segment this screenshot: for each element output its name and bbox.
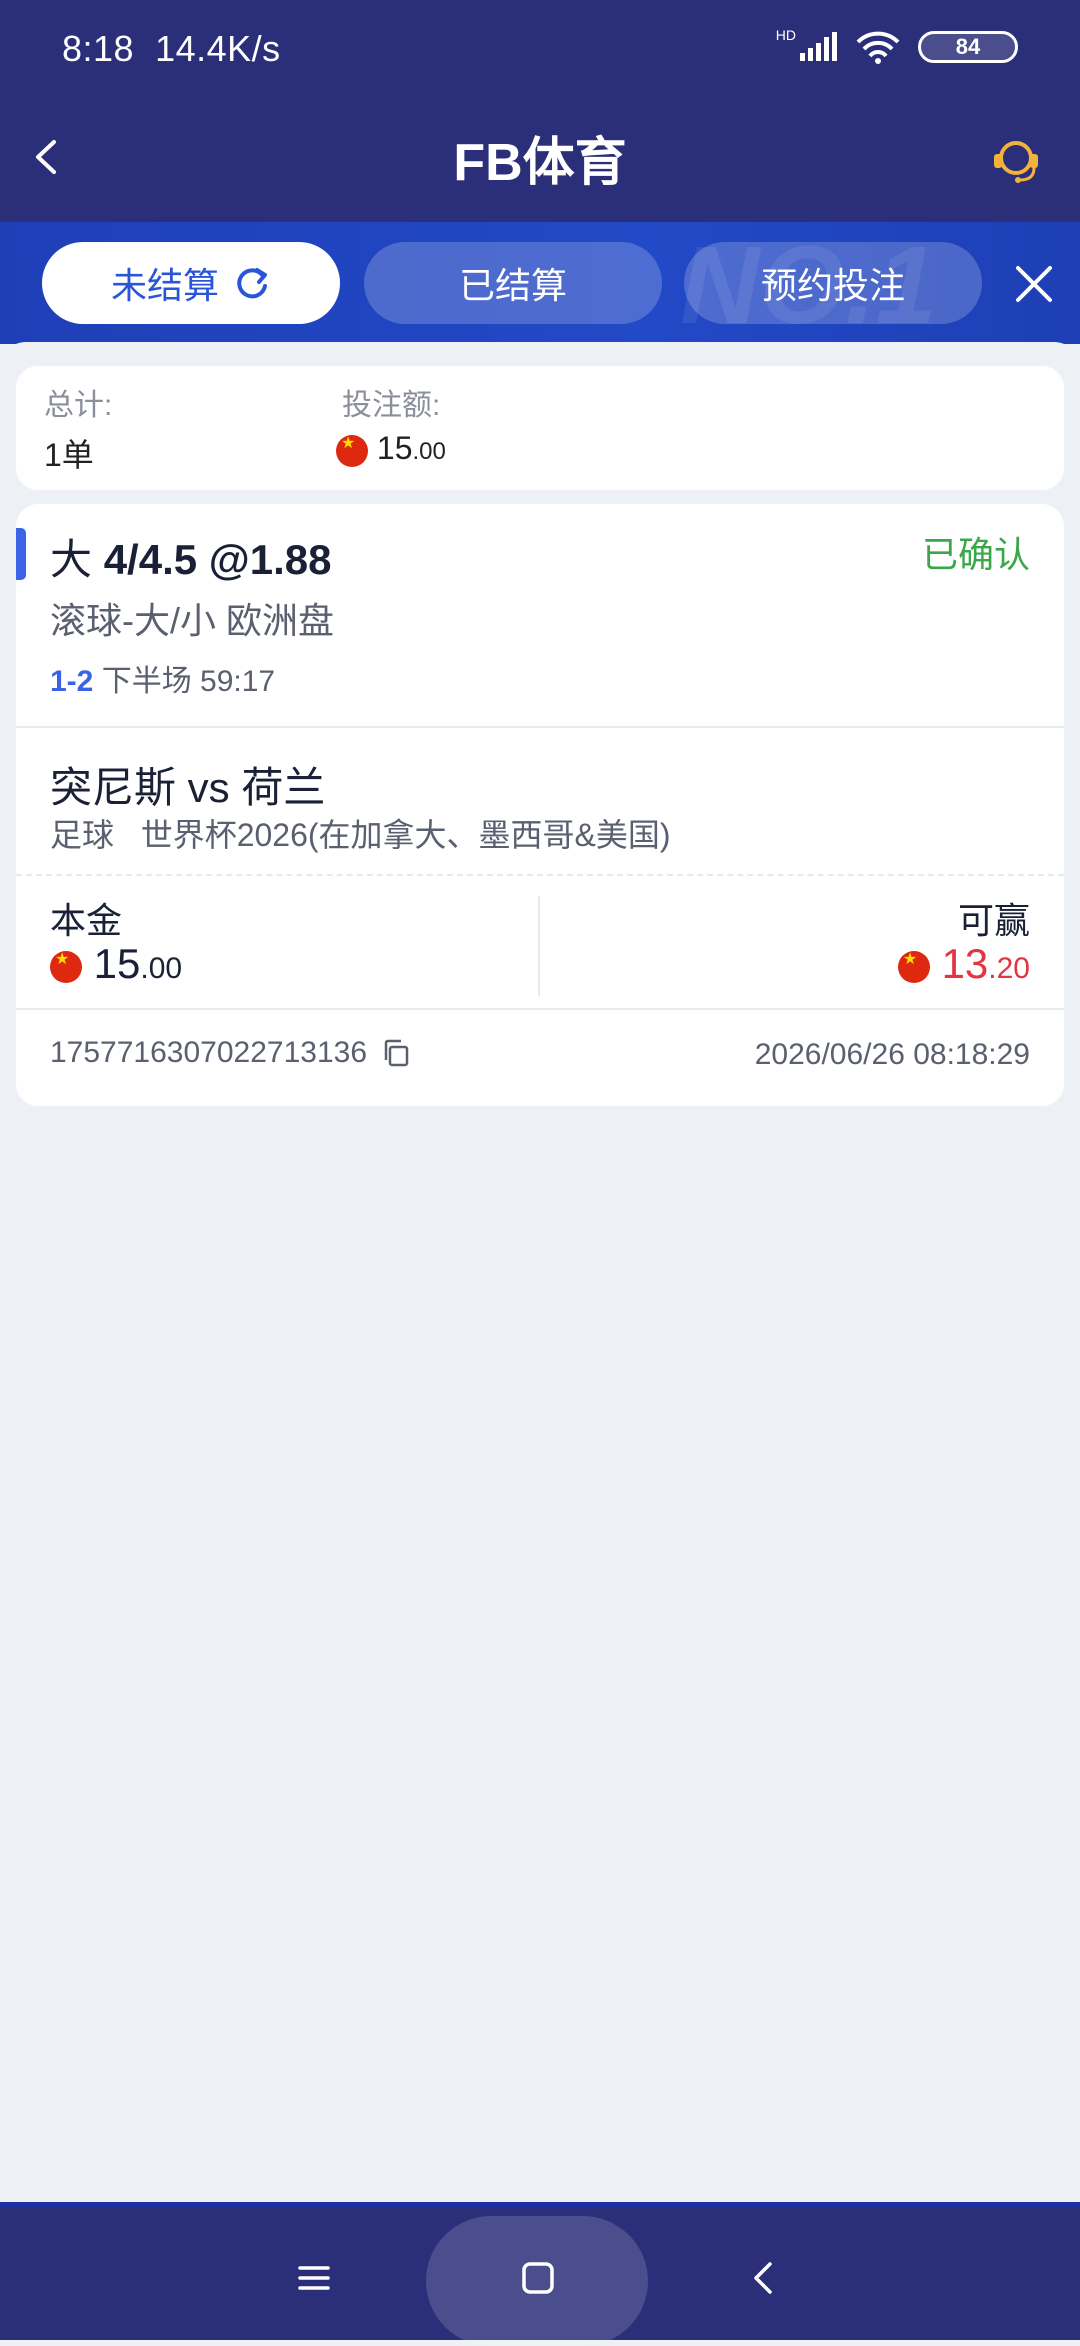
cny-flag-icon xyxy=(897,950,930,983)
status-icons: HD 84 xyxy=(775,27,1018,64)
stake-dec: .00 xyxy=(412,438,446,465)
total-value: 1单 xyxy=(44,437,94,473)
divider xyxy=(16,726,1064,728)
total-label: 总计: xyxy=(44,389,113,422)
stake-value: 15.00 xyxy=(336,430,446,467)
status-badge: 已确认 xyxy=(921,534,1030,575)
signal-icon xyxy=(800,32,837,61)
back-nav-icon[interactable] xyxy=(744,2258,784,2298)
match-teams: 突尼斯 vs 荷兰 xyxy=(50,764,326,811)
match-period: 下半场 59:17 xyxy=(101,665,276,698)
league-name: 世界杯2026(在加拿大、墨西哥&美国) xyxy=(140,817,671,853)
order-id-row: 1757716307022713136 xyxy=(50,1036,411,1070)
league-info: 足球 世界杯2026(在加拿大、墨西哥&美国) xyxy=(50,810,671,856)
status-bar: 8:18 14.4K/s HD 84 xyxy=(0,0,1080,100)
vertical-divider xyxy=(538,896,540,996)
refresh-icon[interactable] xyxy=(233,264,271,302)
system-nav-bar xyxy=(0,2202,1080,2346)
order-id: 1757716307022713136 xyxy=(50,1036,368,1069)
home-icon[interactable] xyxy=(518,2258,558,2298)
customer-service-icon[interactable] xyxy=(988,132,1044,188)
stake-int: 15 xyxy=(376,430,413,466)
copy-icon[interactable] xyxy=(381,1038,411,1068)
win-value: 13.20 xyxy=(897,940,1030,988)
tab-reserved-bets[interactable]: 预约投注 xyxy=(684,242,982,324)
win-int: 13 xyxy=(941,940,989,987)
stake-label: 投注额: xyxy=(342,389,441,422)
tab-unsettled[interactable]: 未结算 xyxy=(42,242,340,324)
menu-icon[interactable] xyxy=(294,2258,334,2298)
dashed-divider xyxy=(16,874,1064,876)
cny-flag-icon xyxy=(50,950,82,983)
selection-odds: 4/4.5 @1.88 xyxy=(103,536,332,583)
bet-summary-card: 总计: 1单 投注额: 15.00 xyxy=(16,366,1064,490)
principal-dec: .00 xyxy=(140,952,183,985)
bet-selection: 大 4/4.5 @1.88 xyxy=(50,526,331,587)
status-time: 8:18 xyxy=(62,28,135,69)
battery-indicator: 84 xyxy=(918,31,1018,63)
tab-settled[interactable]: 已结算 xyxy=(364,242,662,324)
match-score-time: 1-2 下半场 59:17 xyxy=(50,656,275,700)
status-net-speed: 14.4K/s xyxy=(155,28,281,69)
selection-prefix: 大 xyxy=(50,536,93,583)
sport-name: 足球 xyxy=(50,817,115,853)
app-header: FB体育 xyxy=(0,100,1080,222)
accent-bar xyxy=(16,528,26,580)
hd-label: HD xyxy=(775,27,796,43)
wifi-icon xyxy=(856,31,900,64)
tab-unsettled-label: 未结算 xyxy=(110,265,219,306)
principal-label: 本金 xyxy=(50,900,123,941)
close-icon[interactable] xyxy=(1014,264,1054,304)
bet-datetime: 2026/06/26 08:18:29 xyxy=(754,1038,1030,1071)
bet-card[interactable]: 大 4/4.5 @1.88 已确认 滚球-大/小 欧洲盘 1-2 下半场 59:… xyxy=(16,504,1064,1106)
cny-flag-icon xyxy=(336,434,368,467)
divider xyxy=(16,1008,1064,1010)
page-title: FB体育 xyxy=(453,134,627,192)
bet-tabs: NO.1 未结算 已结算 预约投注 xyxy=(0,222,1080,344)
status-time-speed: 8:18 14.4K/s xyxy=(62,28,281,70)
match-score: 1-2 xyxy=(50,665,94,698)
win-dec: .20 xyxy=(988,952,1030,985)
bet-market: 滚球-大/小 欧洲盘 xyxy=(50,600,334,641)
principal-value: 15.00 xyxy=(50,940,182,988)
win-label: 可赢 xyxy=(957,900,1030,941)
principal-int: 15 xyxy=(93,940,141,987)
